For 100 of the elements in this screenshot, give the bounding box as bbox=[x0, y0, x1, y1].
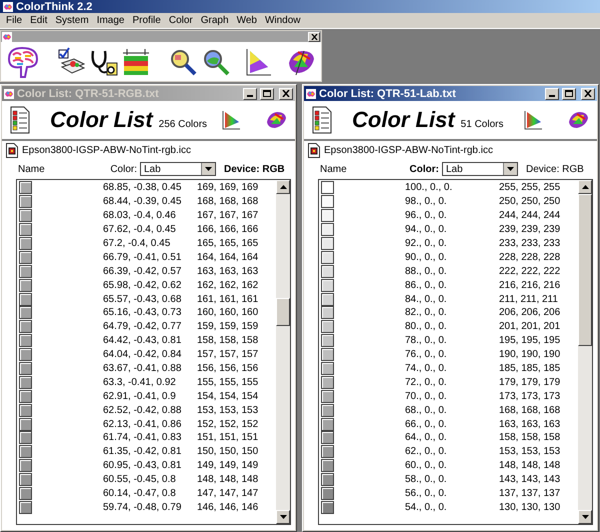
lab-value: 92., 0., 0. bbox=[405, 238, 448, 249]
scroll-down-button[interactable] bbox=[578, 510, 592, 524]
lab-value: 67.2, -0.4, 0.45 bbox=[103, 238, 172, 249]
profile-name: Epson3800-IGSP-ABW-NoTint-rgb.icc bbox=[324, 144, 493, 156]
color-count: 51 Colors bbox=[460, 118, 504, 130]
color-space-dropdown[interactable]: Lab bbox=[442, 162, 518, 176]
rgb-value: 130, 130, 130 bbox=[499, 502, 562, 513]
lab-value: 88., 0., 0. bbox=[405, 266, 448, 277]
rgb-value: 179, 179, 179 bbox=[499, 376, 562, 388]
lab-value: 62.13, -0.41, 0.86 bbox=[103, 418, 182, 430]
lab-value: 70., 0., 0. bbox=[405, 390, 448, 402]
caret-icon bbox=[503, 163, 517, 175]
profile-file-icon bbox=[308, 142, 320, 158]
scroll-up-button[interactable] bbox=[276, 180, 290, 194]
rgb-value: 222, 222, 222 bbox=[499, 266, 562, 277]
gamut-triangle-icon[interactable] bbox=[523, 110, 543, 130]
menu-item[interactable]: Profile bbox=[128, 15, 165, 26]
menu-item[interactable]: Edit bbox=[26, 15, 52, 26]
name-column-label: Name bbox=[320, 164, 347, 174]
rgb-value: 201, 201, 201 bbox=[499, 321, 562, 332]
menu-item[interactable]: System bbox=[51, 15, 93, 26]
app-title: ColorThink 2.2 bbox=[16, 0, 92, 12]
close-button[interactable] bbox=[581, 88, 595, 100]
maximize-button[interactable] bbox=[260, 88, 274, 100]
lab-value: 65.57, -0.43, 0.68 bbox=[103, 294, 182, 305]
lab-value: 68., 0., 0. bbox=[405, 404, 448, 416]
rgb-value: 168, 168, 168 bbox=[499, 404, 562, 416]
rgb-value: 147, 147, 147 bbox=[197, 488, 260, 500]
lab-value: 72., 0., 0. bbox=[405, 376, 448, 388]
maximize-icon bbox=[565, 90, 573, 97]
rgb-value: 190, 190, 190 bbox=[499, 349, 562, 360]
lab-value: 67.62, -0.4, 0.45 bbox=[103, 224, 177, 236]
rgb-value: 228, 228, 228 bbox=[499, 252, 562, 263]
lab-value: 64.42, -0.43, 0.81 bbox=[103, 335, 182, 346]
app-icon bbox=[306, 88, 316, 98]
rgb-value: 195, 195, 195 bbox=[499, 335, 562, 346]
rgb-value: 158, 158, 158 bbox=[499, 432, 562, 444]
device-column-label: Device: RGB bbox=[525, 164, 585, 174]
lab-value: 61.35, -0.42, 0.81 bbox=[103, 446, 182, 458]
rgb-value: 164, 164, 164 bbox=[197, 252, 260, 263]
scrollbar[interactable] bbox=[276, 180, 290, 524]
lab-value: 68.85, -0.38, 0.45 bbox=[103, 182, 182, 194]
window-title: Color List: QTR-51-RGB.txt bbox=[17, 88, 160, 100]
color-list-document-icon bbox=[312, 106, 332, 134]
up-arrow-icon bbox=[582, 185, 588, 189]
rgb-value: 156, 156, 156 bbox=[197, 363, 260, 374]
lab-value: 94., 0., 0. bbox=[405, 224, 448, 236]
rgb-value: 137, 137, 137 bbox=[499, 488, 562, 500]
profile-name: Epson3800-IGSP-ABW-NoTint-rgb.icc bbox=[22, 144, 191, 156]
scrollbar[interactable] bbox=[578, 180, 592, 524]
lab-value: 54., 0., 0. bbox=[405, 502, 448, 513]
lab-value: 64.79, -0.42, 0.77 bbox=[103, 321, 182, 332]
rgb-value: 143, 143, 143 bbox=[499, 474, 562, 486]
scroll-thumb[interactable] bbox=[276, 298, 290, 326]
rgb-value: 250, 250, 250 bbox=[499, 196, 562, 208]
scroll-up-button[interactable] bbox=[578, 180, 592, 194]
lab-value: 59.74, -0.48, 0.79 bbox=[103, 502, 182, 513]
gamut-triangle-icon[interactable] bbox=[221, 110, 241, 130]
maximize-button[interactable] bbox=[562, 88, 576, 100]
lab-value: 62.91, -0.41, 0.9 bbox=[103, 390, 177, 402]
rgb-value: 148, 148, 148 bbox=[197, 474, 260, 486]
rgb-value: 216, 216, 216 bbox=[499, 280, 562, 291]
color-list-heading: Color List bbox=[352, 107, 455, 133]
rgb-value: 163, 163, 163 bbox=[197, 266, 260, 277]
scroll-down-button[interactable] bbox=[276, 510, 290, 524]
rgb-value: 152, 152, 152 bbox=[197, 418, 260, 430]
minimize-button[interactable] bbox=[243, 88, 257, 100]
minimize-button[interactable] bbox=[545, 88, 559, 100]
color-column-label: Color: bbox=[110, 164, 138, 174]
color-list-document-icon bbox=[10, 106, 30, 134]
menu-item[interactable]: Color bbox=[164, 15, 197, 26]
lab-value: 63.67, -0.41, 0.88 bbox=[103, 363, 182, 374]
3d-gamut-icon[interactable] bbox=[265, 110, 287, 130]
name-column-label: Name bbox=[18, 164, 45, 174]
down-arrow-icon bbox=[280, 515, 286, 519]
rgb-value: 160, 160, 160 bbox=[197, 307, 260, 318]
menu-item[interactable]: Graph bbox=[196, 15, 233, 26]
color-space-dropdown[interactable]: Lab bbox=[140, 162, 216, 176]
lab-value: 66.39, -0.42, 0.57 bbox=[103, 266, 182, 277]
lab-value: 98., 0., 0. bbox=[405, 196, 448, 208]
scroll-thumb[interactable] bbox=[578, 194, 592, 346]
rgb-value: 155, 155, 155 bbox=[197, 376, 260, 388]
lab-value: 78., 0., 0. bbox=[405, 335, 448, 346]
lab-value: 56., 0., 0. bbox=[405, 488, 448, 500]
menu-item[interactable]: Web bbox=[232, 15, 261, 26]
lab-value: 74., 0., 0. bbox=[405, 363, 448, 374]
up-arrow-icon bbox=[280, 185, 286, 189]
3d-gamut-icon[interactable] bbox=[567, 110, 589, 130]
close-button[interactable] bbox=[308, 32, 320, 42]
lab-value: 68.03, -0.4, 0.46 bbox=[103, 210, 177, 222]
lab-value: 80., 0., 0. bbox=[405, 321, 448, 332]
menu-item[interactable]: Image bbox=[92, 15, 128, 26]
lab-value: 96., 0., 0. bbox=[405, 210, 448, 222]
lab-value: 64.04, -0.42, 0.84 bbox=[103, 349, 182, 360]
lab-value: 60.95, -0.43, 0.81 bbox=[103, 460, 182, 472]
close-button[interactable] bbox=[279, 88, 293, 100]
menu-item[interactable]: File bbox=[2, 15, 26, 26]
rgb-value: 158, 158, 158 bbox=[197, 335, 260, 346]
menu-item[interactable]: Window bbox=[260, 15, 305, 26]
lab-value: 62.52, -0.42, 0.88 bbox=[103, 404, 182, 416]
